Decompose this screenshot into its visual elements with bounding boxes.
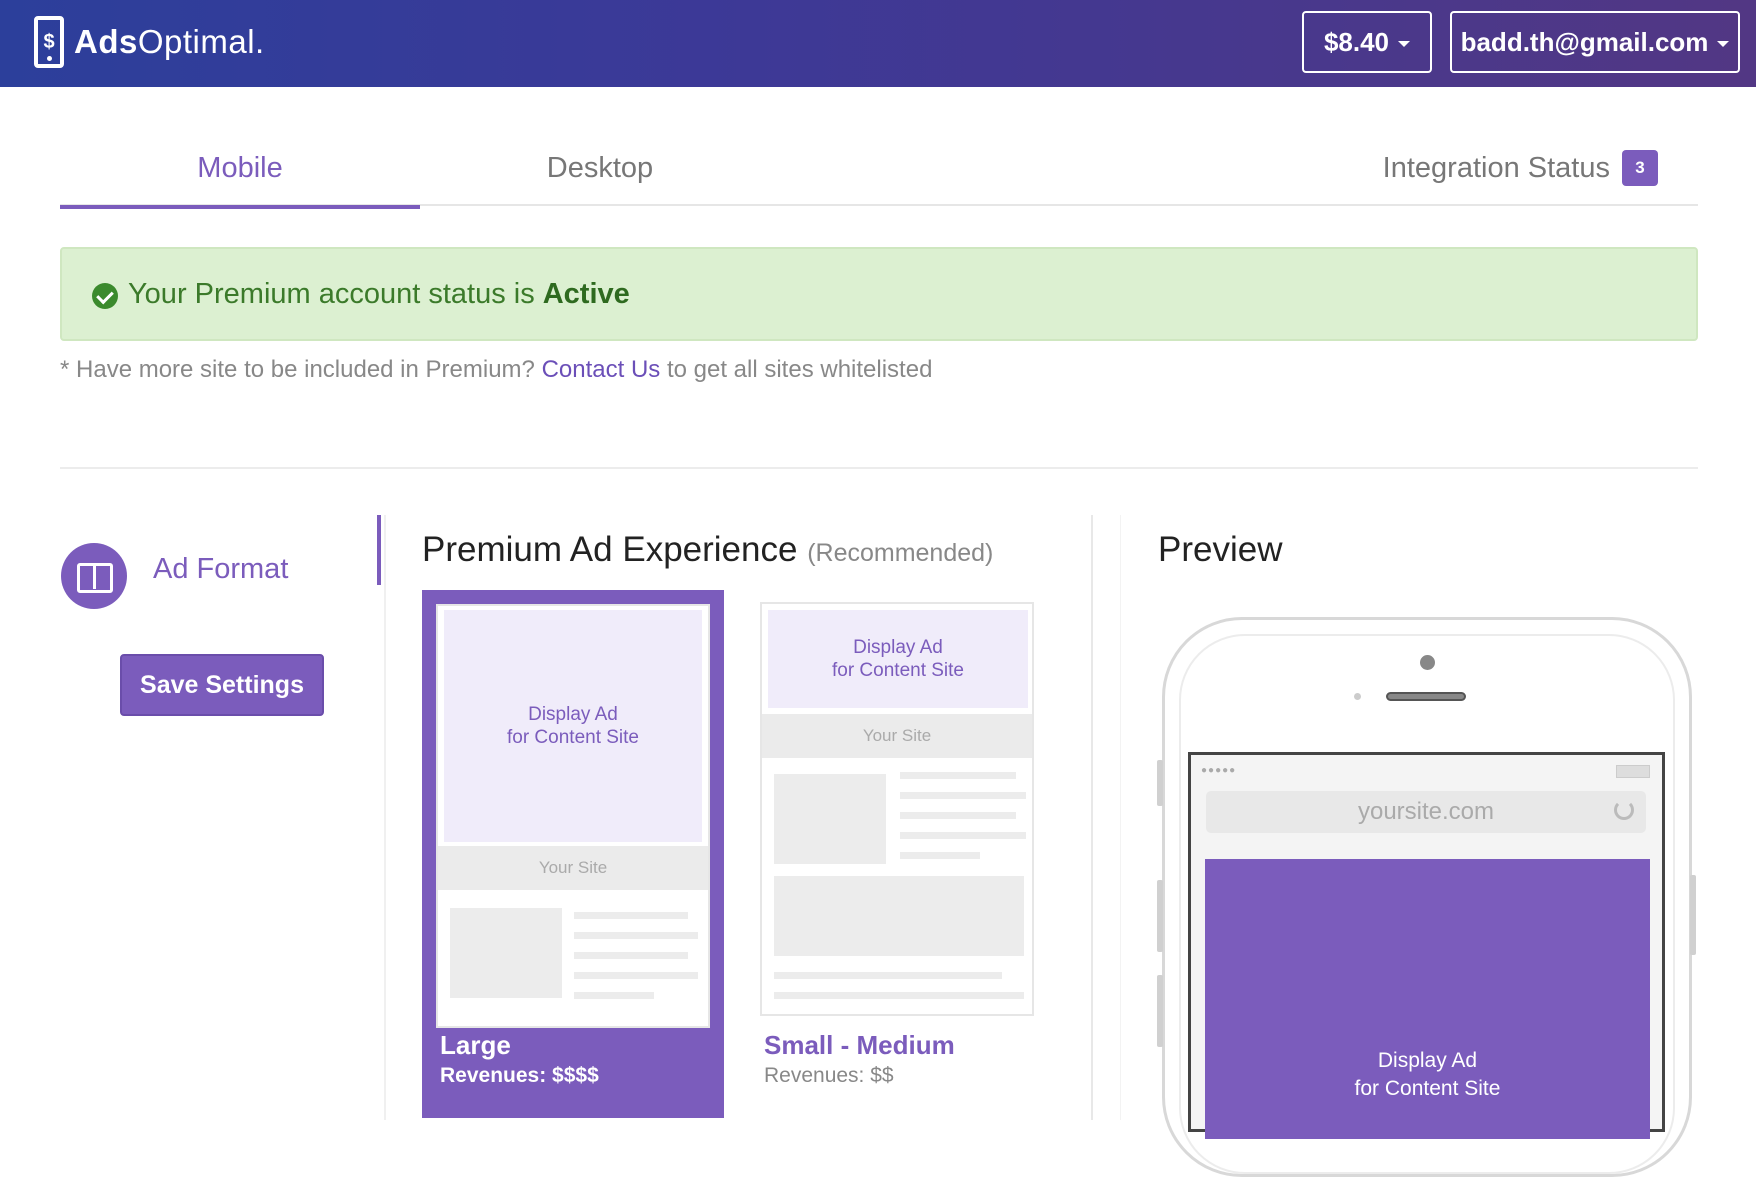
check-circle-icon xyxy=(92,283,118,309)
tab-desktop-label: Desktop xyxy=(546,151,654,184)
integration-count-badge: 3 xyxy=(1622,150,1658,186)
option-revenue-small-medium: Revenues: $$ xyxy=(764,1064,894,1087)
account-email: badd.th@gmail.com xyxy=(1460,26,1709,57)
tab-integration-status[interactable]: Integration Status 3 xyxy=(1378,130,1658,206)
signal-dots: ●●●●● xyxy=(1201,765,1237,776)
ad-option-small-medium[interactable]: Display Ad for Content Site Your Site Sma… xyxy=(758,602,1036,1102)
sidebar-item-ad-format[interactable]: Ad Format xyxy=(153,553,288,586)
brand-logo[interactable]: $ AdsOptimal. xyxy=(34,16,265,68)
reload-icon xyxy=(1614,800,1634,820)
mock-ad-line2: for Content Site xyxy=(831,660,965,681)
mock-image-block xyxy=(774,774,886,864)
browser-url-bar: yoursite.com xyxy=(1206,791,1646,833)
layout-mockup-large: Display Ad for Content Site Your Site xyxy=(436,604,710,1028)
mock-text-line xyxy=(574,932,698,939)
mock-image-block xyxy=(450,908,562,998)
tab-mobile-label: Mobile xyxy=(197,151,283,184)
mock-text-line xyxy=(574,912,688,919)
caret-down-icon xyxy=(1717,40,1730,47)
section-divider xyxy=(60,467,1698,469)
balance-dropdown[interactable]: $8.40 xyxy=(1302,11,1432,73)
preview-title: Preview xyxy=(1158,530,1283,569)
phone-side-button xyxy=(1157,975,1163,1047)
battery-icon xyxy=(1616,765,1650,778)
option-title-small-medium: Small - Medium xyxy=(764,1030,955,1060)
option-revenue-large: Revenues: $$$$ xyxy=(440,1064,599,1087)
mock-text-line xyxy=(900,832,1026,839)
tab-integration-label: Integration Status xyxy=(1382,151,1610,184)
premium-status-alert: Your Premium account status is Active xyxy=(60,247,1698,341)
mock-text-line xyxy=(574,992,654,999)
mock-ad-line1: Display Ad xyxy=(853,637,943,658)
mock-text-line xyxy=(900,792,1026,799)
phone-speaker xyxy=(1386,692,1466,701)
phone-camera xyxy=(1420,655,1435,670)
mock-content-block xyxy=(774,876,1024,956)
phone-sensor xyxy=(1354,693,1361,700)
mock-site-bar: Your Site xyxy=(762,714,1032,758)
phone-side-button xyxy=(1157,880,1163,952)
mock-text-line xyxy=(900,772,1016,779)
column-separator xyxy=(1120,515,1121,1120)
preview-ad-line2: for Content Site xyxy=(1354,1077,1501,1100)
mock-text-line xyxy=(574,952,688,959)
mock-ad-area: Display Ad for Content Site xyxy=(444,610,702,842)
premium-note: * Have more site to be included in Premi… xyxy=(60,356,932,384)
save-settings-button[interactable]: Save Settings xyxy=(120,654,324,716)
premium-subtitle: (Recommended) xyxy=(807,539,994,567)
mock-ad-line1: Display Ad xyxy=(528,704,618,725)
logo-text-bold: Ads xyxy=(74,23,138,60)
column-separator xyxy=(1091,515,1093,1120)
mock-text-line xyxy=(774,972,1002,979)
phone-screen: ●●●●● yoursite.com Display Ad for Content… xyxy=(1188,752,1665,1139)
mock-text-line xyxy=(900,852,980,859)
option-title-large: Large xyxy=(440,1030,511,1060)
mock-text-line xyxy=(574,972,698,979)
balance-value: $8.40 xyxy=(1323,26,1390,57)
note-prefix: * Have more site to be included in Premi… xyxy=(60,356,535,383)
mock-text-line xyxy=(900,812,1016,819)
preview-ad-line1: Display Ad xyxy=(1377,1049,1478,1072)
logo-text-rest: Optimal. xyxy=(137,23,265,60)
ad-format-icon[interactable] xyxy=(61,543,127,609)
logo-mark: $ xyxy=(43,30,55,53)
contact-us-link[interactable]: Contact Us xyxy=(542,356,661,383)
mock-ad-area: Display Ad for Content Site xyxy=(768,610,1028,708)
column-separator xyxy=(384,515,386,1120)
tab-desktop[interactable]: Desktop xyxy=(420,130,780,206)
alert-text: Your Premium account status is xyxy=(128,277,535,310)
note-suffix: to get all sites whitelisted xyxy=(666,356,933,383)
preview-ad-area: Display Ad for Content Site xyxy=(1205,859,1650,1139)
premium-title-text: Premium Ad Experience xyxy=(422,530,798,569)
phone-side-button xyxy=(1157,760,1163,806)
tab-mobile[interactable]: Mobile xyxy=(60,130,420,209)
phone-dollar-icon: $ xyxy=(34,16,64,68)
alert-status: Active xyxy=(542,277,630,310)
phone-side-button xyxy=(1690,875,1696,955)
device-tabs: Mobile Desktop Integration Status 3 xyxy=(60,130,1698,209)
mock-site-bar: Your Site xyxy=(438,846,708,890)
layout-mockup-small: Display Ad for Content Site Your Site xyxy=(760,602,1034,1016)
logo-text: AdsOptimal. xyxy=(74,23,265,61)
premium-section-title: Premium Ad Experience (Recommended) xyxy=(422,530,993,570)
caret-down-icon xyxy=(1398,40,1411,47)
account-dropdown[interactable]: badd.th@gmail.com xyxy=(1450,11,1740,73)
sidebar-active-indicator xyxy=(377,515,381,585)
mock-ad-line2: for Content Site xyxy=(506,727,640,748)
top-navbar: $ AdsOptimal. $8.40 badd.th@gmail.com xyxy=(0,0,1756,87)
ad-option-large[interactable]: Display Ad for Content Site Your Site Lar… xyxy=(422,590,724,1118)
url-text: yoursite.com xyxy=(1357,798,1495,825)
mock-text-line xyxy=(774,992,1024,999)
